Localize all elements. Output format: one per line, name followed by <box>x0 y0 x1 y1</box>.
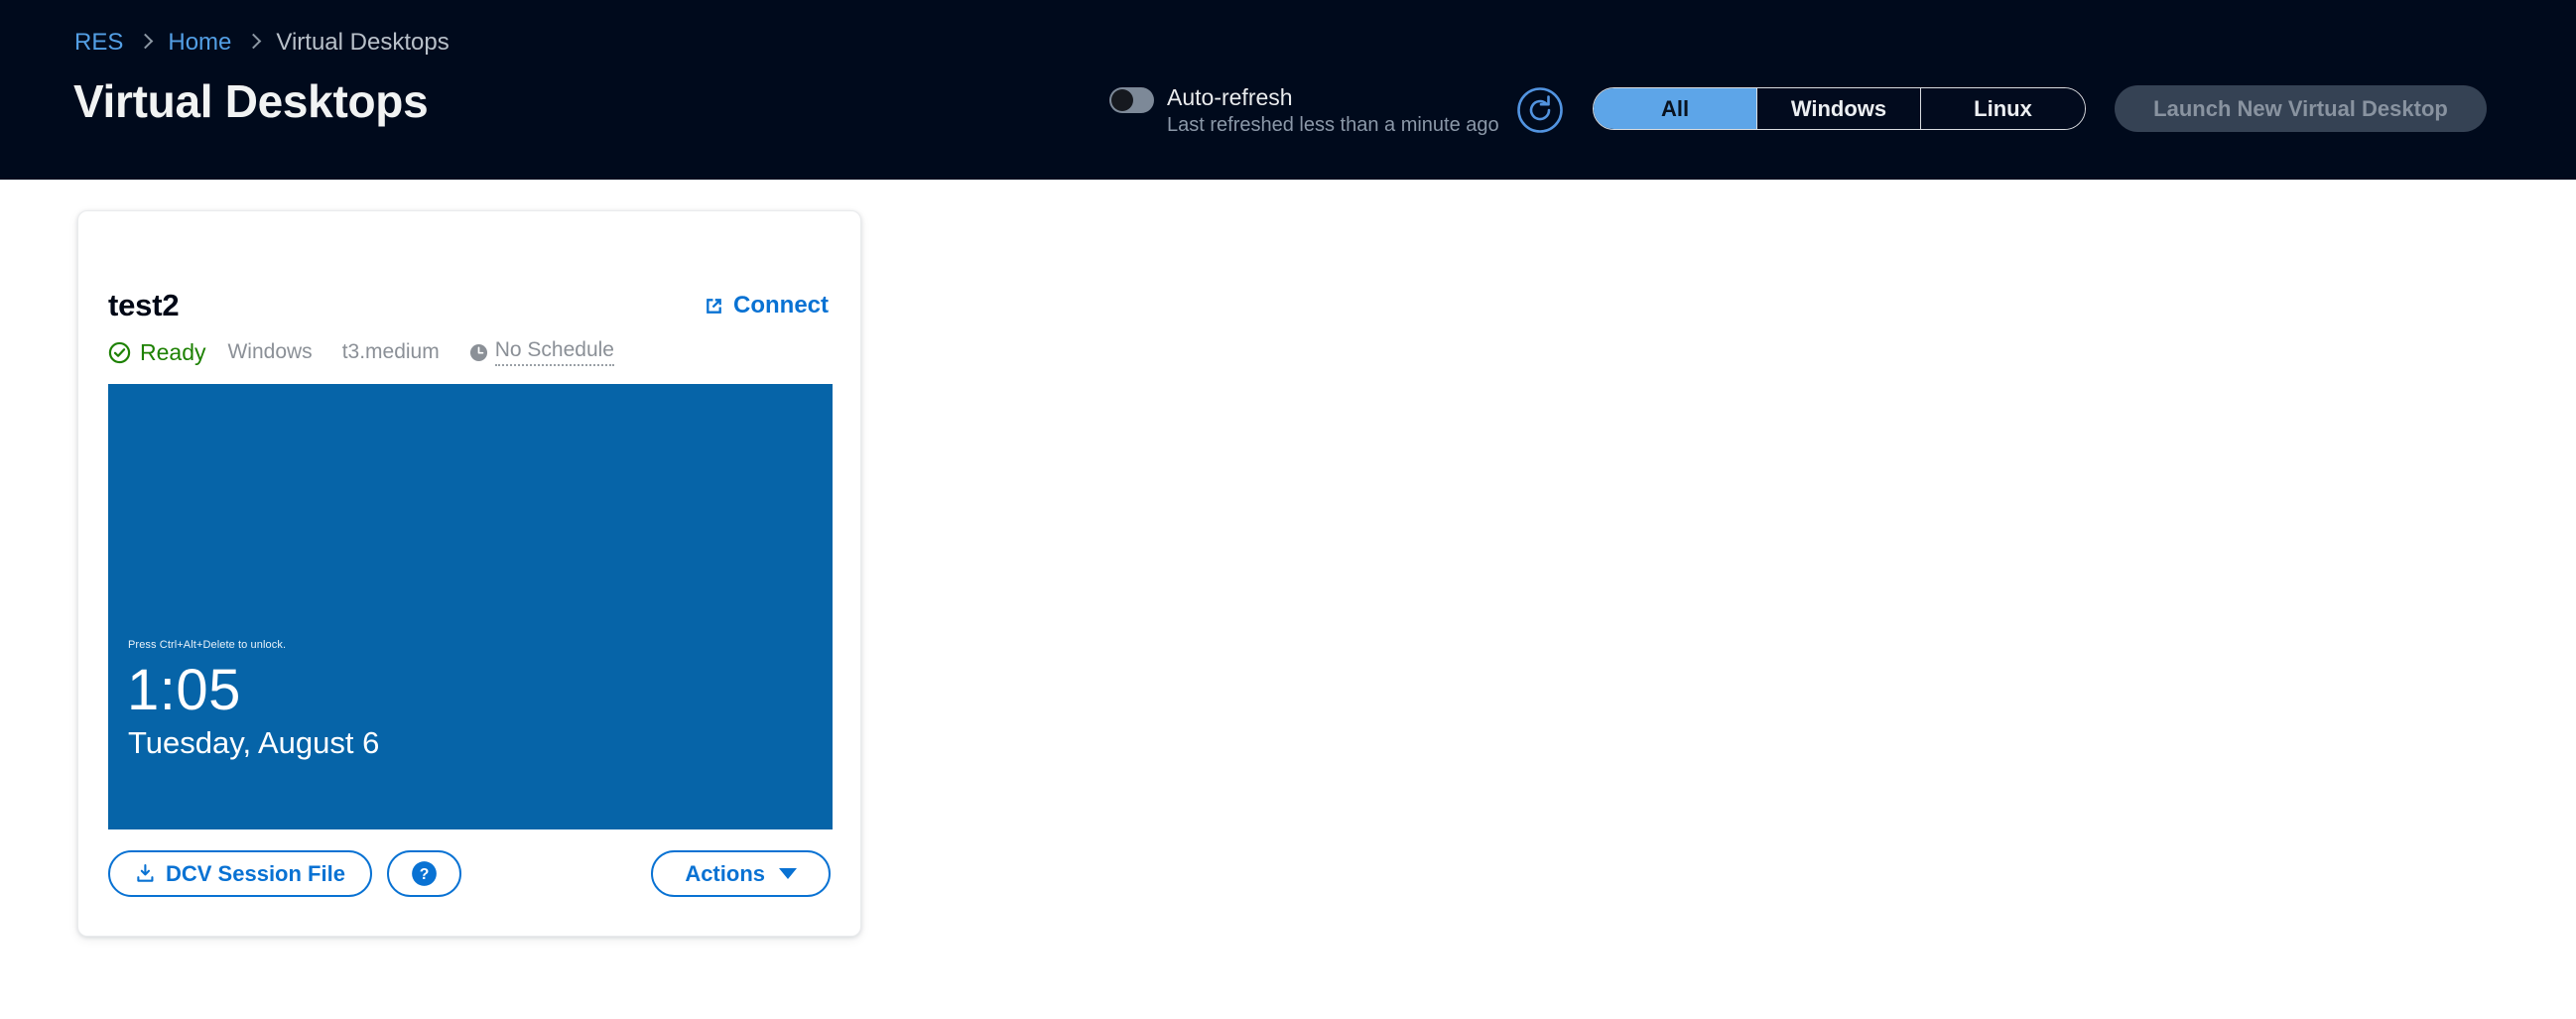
breadcrumb: RES Home Virtual Desktops <box>74 29 450 57</box>
check-circle-icon <box>108 341 131 364</box>
desktop-os: Windows <box>227 340 312 364</box>
main-content: test2 Connect Ready Windows t3.medium <box>0 180 2576 1019</box>
filter-tab-linux[interactable]: Linux <box>1921 88 2085 129</box>
thumbnail-lock-hint: Press Ctrl+Alt+Delete to unlock. <box>128 639 286 651</box>
desktop-name: test2 <box>108 288 179 323</box>
svg-text:?: ? <box>420 866 430 883</box>
auto-refresh-toggle[interactable] <box>1109 87 1154 113</box>
filter-tab-windows[interactable]: Windows <box>1757 88 1921 129</box>
clock-icon <box>469 343 488 362</box>
desktop-meta-row: Ready Windows t3.medium No Schedule <box>78 323 860 366</box>
schedule-info[interactable]: No Schedule <box>469 338 614 366</box>
external-link-icon <box>704 296 724 317</box>
status-label: Ready <box>140 339 205 366</box>
desktop-instance-type: t3.medium <box>342 340 440 364</box>
auto-refresh-group: Auto-refresh Last refreshed less than a … <box>1109 84 1499 136</box>
dcv-session-file-button[interactable]: DCV Session File <box>108 850 372 897</box>
connect-label: Connect <box>733 292 829 319</box>
status-badge: Ready <box>108 339 205 366</box>
page-title: Virtual Desktops <box>73 74 428 128</box>
launch-new-virtual-desktop-button[interactable]: Launch New Virtual Desktop <box>2115 85 2487 132</box>
card-footer: DCV Session File ? Actions <box>78 829 860 936</box>
actions-label: Actions <box>685 861 765 887</box>
page-header: RES Home Virtual Desktops Virtual Deskto… <box>0 0 2576 180</box>
filter-tab-all[interactable]: All <box>1594 88 1757 129</box>
refresh-icon <box>1516 86 1564 134</box>
breadcrumb-item-home[interactable]: Home <box>168 29 231 57</box>
chevron-down-icon <box>779 868 797 879</box>
download-icon <box>135 863 156 884</box>
card-header: test2 Connect <box>78 211 860 323</box>
connect-link[interactable]: Connect <box>704 292 829 319</box>
chevron-right-icon <box>248 34 259 53</box>
chevron-right-icon <box>140 34 151 53</box>
thumbnail-clock-date: Tuesday, August 6 <box>128 726 379 760</box>
help-circle-icon: ? <box>411 860 438 887</box>
thumbnail-clock-time: 1:05 <box>127 660 241 721</box>
last-refreshed-text: Last refreshed less than a minute ago <box>1167 114 1499 136</box>
actions-button[interactable]: Actions <box>651 850 831 897</box>
virtual-desktop-card: test2 Connect Ready Windows t3.medium <box>77 210 861 937</box>
toggle-knob <box>1111 89 1133 111</box>
help-button[interactable]: ? <box>387 850 461 897</box>
dcv-session-file-label: DCV Session File <box>166 861 345 887</box>
os-filter-segmented-control[interactable]: All Windows Linux <box>1593 87 2086 130</box>
auto-refresh-label: Auto-refresh <box>1167 84 1499 110</box>
schedule-label: No Schedule <box>495 338 614 366</box>
desktop-thumbnail[interactable]: Press Ctrl+Alt+Delete to unlock. 1:05 Tu… <box>108 384 833 829</box>
breadcrumb-item-res[interactable]: RES <box>74 29 123 57</box>
breadcrumb-item-current: Virtual Desktops <box>276 29 449 57</box>
refresh-button[interactable] <box>1516 86 1564 134</box>
